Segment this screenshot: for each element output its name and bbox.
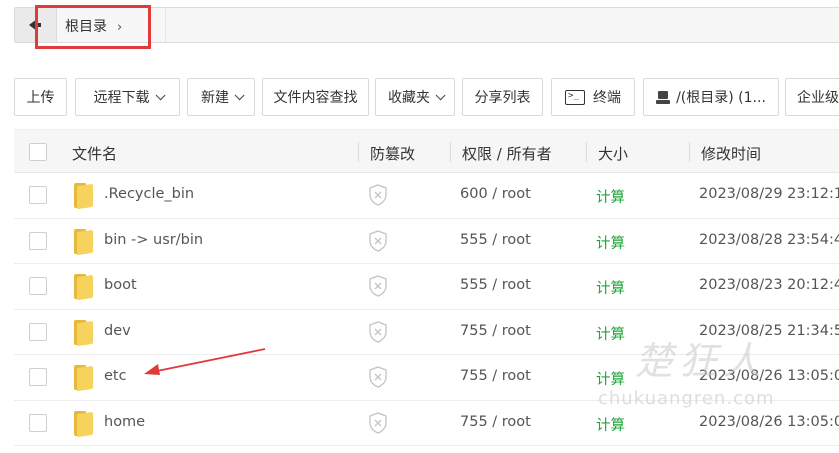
disk-button[interactable]: /(根目录) (1...	[643, 78, 779, 116]
row-checkbox[interactable]	[29, 186, 47, 204]
chevron-down-icon	[435, 89, 446, 100]
favorites-button[interactable]: 收藏夹	[375, 78, 455, 116]
chevron-down-icon	[234, 89, 245, 100]
size-calculate-link[interactable]: 计算	[596, 323, 625, 344]
file-name[interactable]: home	[104, 414, 145, 430]
row-checkbox[interactable]	[29, 413, 47, 432]
file-mtime: 2023/08/29 23:12:10	[699, 186, 839, 202]
row-checkbox[interactable]	[29, 231, 47, 250]
folder-icon	[74, 319, 93, 346]
chevron-down-icon	[155, 89, 166, 100]
back-button[interactable]	[15, 8, 57, 42]
file-permission[interactable]: 555 / root	[460, 232, 531, 248]
tamper-shield-icon[interactable]	[368, 229, 388, 252]
file-name[interactable]: .Recycle_bin	[104, 186, 194, 202]
disk-icon	[656, 90, 671, 104]
watermark-logo: 楚狂人	[635, 339, 768, 383]
file-mtime: 2023/08/23 20:12:49	[699, 277, 839, 293]
size-calculate-link[interactable]: 计算	[596, 277, 625, 298]
tamper-shield-icon[interactable]	[368, 411, 388, 434]
share-list-button[interactable]: 分享列表	[462, 78, 543, 116]
file-permission[interactable]: 755 / root	[460, 368, 531, 384]
header-size[interactable]: 大小	[598, 143, 628, 164]
enterprise-label: 企业级	[797, 90, 839, 106]
table-row[interactable]: bin -> usr/bin 555 / root 计算 2023/08/28 23:…	[14, 218, 839, 264]
terminal-button[interactable]: >_ 终端	[551, 78, 635, 116]
share-list-label: 分享列表	[474, 90, 531, 106]
size-calculate-link[interactable]: 计算	[596, 232, 625, 253]
file-permission[interactable]: 600 / root	[460, 186, 531, 202]
remote-download-label: 远程下载	[93, 90, 150, 106]
file-permission[interactable]: 555 / root	[460, 277, 531, 293]
file-name[interactable]: dev	[104, 323, 131, 339]
tamper-shield-icon[interactable]	[368, 275, 388, 297]
terminal-label: 终端	[593, 90, 621, 106]
size-calculate-link[interactable]: 计算	[596, 368, 625, 389]
tamper-shield-icon[interactable]	[368, 184, 388, 206]
new-button[interactable]: 新建	[187, 78, 255, 116]
breadcrumb[interactable]: 根目录 ›	[65, 16, 122, 36]
column-divider[interactable]	[689, 142, 690, 162]
row-checkbox[interactable]	[29, 322, 47, 341]
new-label: 新建	[201, 90, 229, 106]
file-name[interactable]: bin -> usr/bin	[104, 232, 203, 248]
file-mtime: 2023/08/26 13:05:00	[699, 413, 839, 430]
row-checkbox[interactable]	[29, 368, 47, 386]
terminal-icon: >_	[565, 89, 585, 105]
watermark-url: chukuangren.com	[598, 388, 775, 409]
tamper-shield-icon[interactable]	[368, 320, 388, 343]
table-header: 文件名 防篡改 权限 / 所有者 大小 修改时间	[14, 129, 839, 173]
file-permission[interactable]: 755 / root	[460, 414, 531, 430]
path-bar: 根目录 ›	[14, 7, 839, 43]
header-tamper: 防篡改	[370, 145, 416, 163]
upload-button[interactable]: 上传	[14, 78, 67, 116]
column-divider[interactable]	[358, 142, 359, 162]
chevron-right-icon: ›	[117, 20, 123, 35]
column-divider[interactable]	[586, 142, 587, 162]
file-name[interactable]: boot	[104, 277, 137, 293]
column-divider[interactable]	[450, 142, 451, 162]
upload-label: 上传	[26, 90, 55, 106]
tamper-shield-icon[interactable]	[368, 366, 388, 388]
file-name[interactable]: etc	[104, 368, 127, 384]
favorites-label: 收藏夹	[388, 90, 430, 106]
path-input[interactable]	[165, 8, 837, 42]
folder-icon	[74, 228, 93, 255]
remote-download-button[interactable]: 远程下载	[75, 78, 180, 116]
breadcrumb-root[interactable]: 根目录	[65, 19, 107, 35]
folder-icon	[74, 365, 93, 392]
header-permission[interactable]: 权限 / 所有者	[462, 143, 552, 164]
row-checkbox[interactable]	[29, 277, 47, 295]
enterprise-button[interactable]: 企业级	[785, 78, 839, 116]
header-name[interactable]: 文件名	[72, 143, 117, 164]
select-all-checkbox[interactable]	[29, 143, 47, 161]
back-arrow-stem	[36, 23, 41, 27]
folder-icon	[74, 410, 93, 437]
file-permission[interactable]: 755 / root	[460, 323, 531, 339]
table-row[interactable]: boot 555 / root 计算 2023/08/23 20:12:49	[14, 264, 839, 310]
disk-label: /(根目录) (1...	[676, 90, 766, 106]
file-mtime: 2023/08/28 23:54:46	[699, 231, 839, 248]
table-row[interactable]: .Recycle_bin 600 / root 计算 2023/08/29 23:12…	[14, 173, 839, 219]
content-search-label: 文件内容查找	[273, 90, 358, 106]
size-calculate-link[interactable]: 计算	[596, 186, 625, 207]
size-calculate-link[interactable]: 计算	[596, 414, 625, 435]
header-mtime[interactable]: 修改时间	[701, 143, 761, 164]
folder-icon	[74, 183, 93, 210]
folder-icon	[74, 274, 93, 301]
content-search-button[interactable]: 文件内容查找	[262, 78, 369, 116]
